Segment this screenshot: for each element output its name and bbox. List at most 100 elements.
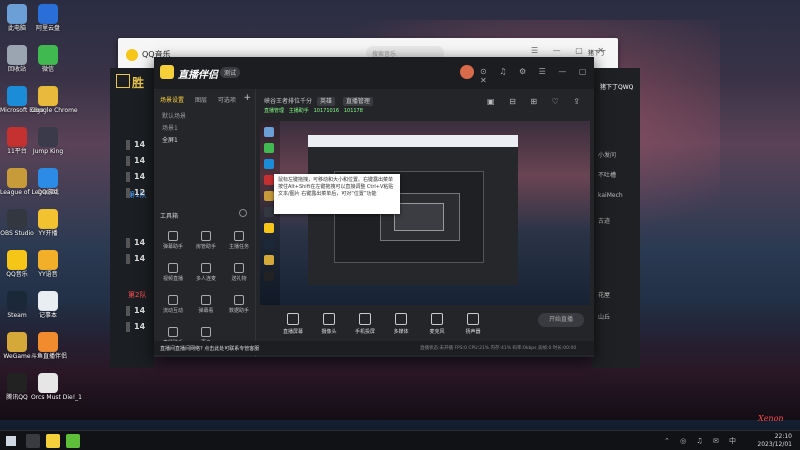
- desktop-icon[interactable]: Steam: [0, 291, 34, 319]
- game-window[interactable]: 胜 第1队 第2队 14 14 14 12 14 14 14 14: [110, 68, 154, 368]
- chat-list-item[interactable]: kaiMech: [598, 192, 623, 199]
- desktop-icon[interactable]: OBS Studio: [0, 209, 34, 237]
- desktop-icon[interactable]: 腾讯QQ: [0, 373, 34, 401]
- chat-list-item[interactable]: 古迹: [598, 216, 610, 225]
- desktop-icon[interactable]: League of Legends: [0, 168, 57, 196]
- desktop-icon[interactable]: 微信: [31, 45, 65, 73]
- tool-label: 送礼物: [231, 276, 247, 282]
- source-button[interactable]: 手机投屏: [350, 313, 380, 335]
- team2-label: 第2队: [128, 291, 147, 299]
- app-icon: [7, 4, 27, 24]
- app-icon: [38, 45, 58, 65]
- source-button[interactable]: 摄像头: [314, 313, 344, 335]
- desktop-icon[interactable]: QQ游戏: [31, 168, 65, 196]
- source-label: 扬声器: [465, 329, 481, 335]
- desktop-icon[interactable]: 回收站: [0, 45, 34, 73]
- desktop-icon[interactable]: 斗鱼直播伴侣: [31, 332, 67, 360]
- window-controls[interactable]: ⊙ ♫ ⚙ ☰ — ▢ ✕: [480, 67, 594, 85]
- player-bar: [126, 156, 130, 166]
- clock[interactable]: 22:10 2023/12/01: [757, 433, 792, 449]
- status-bar: 直播状态:未开播 FPS:0 CPU:21% 内存:41% 码率:0kbps 丢…: [414, 341, 594, 355]
- room-manage[interactable]: 直播管理: [342, 97, 373, 106]
- tool-button[interactable]: 弹幕看: [191, 295, 221, 314]
- tool-button[interactable]: 弹幕助手: [158, 231, 188, 250]
- taskbar-app-icon[interactable]: [66, 434, 80, 448]
- tool-label: 多人连麦: [195, 276, 216, 282]
- source-icon: [467, 313, 479, 325]
- title-bar: 直播伴侣 测试 ⊙ ♫ ⚙ ☰ — ▢ ✕: [154, 57, 594, 89]
- desktop-icon[interactable]: 记事本: [31, 291, 65, 319]
- game-logo-icon: [116, 74, 130, 88]
- app-logo-icon: [160, 65, 174, 79]
- clock-time: 22:10: [774, 433, 792, 440]
- tool-label: 房管助手: [195, 244, 216, 250]
- room-tag[interactable]: 英雄: [316, 97, 335, 106]
- chat-list-item[interactable]: 山丘: [598, 312, 610, 321]
- player-bar: [126, 140, 130, 150]
- source-button[interactable]: 扬声器: [458, 313, 488, 335]
- tools-settings-icon[interactable]: [239, 209, 247, 217]
- tool-button[interactable]: 数据助手: [224, 295, 254, 314]
- source-icon: [395, 313, 407, 325]
- desktop-icon[interactable]: YY语音: [31, 250, 65, 278]
- chat-list-item[interactable]: 花屋: [598, 290, 610, 299]
- desktop-icon[interactable]: WeGame: [0, 332, 34, 360]
- tool-label: 弹幕看: [198, 308, 214, 314]
- app-icon: [7, 45, 27, 65]
- preview-toolbar[interactable]: ▣ ⊟ ⊞ ♡ ⇪: [487, 97, 586, 106]
- taskview-icon[interactable]: [26, 434, 40, 448]
- tab-layers[interactable]: 图层: [195, 97, 207, 104]
- source-icon: [287, 313, 299, 325]
- preview-icon: [264, 271, 274, 281]
- stat-item: 10171016: [313, 108, 340, 114]
- desktop-icon[interactable]: 阿里云盘: [31, 4, 65, 32]
- avatar[interactable]: [460, 65, 474, 79]
- tool-button[interactable]: 视频直播: [158, 263, 188, 282]
- tool-button[interactable]: 流动互动: [158, 295, 188, 314]
- source-button[interactable]: 麦克风: [422, 313, 452, 335]
- tab-options[interactable]: 可选项: [218, 97, 236, 104]
- desktop-icon[interactable]: 11平台: [0, 127, 34, 155]
- player-bar: [126, 172, 130, 182]
- desktop-icon[interactable]: Jump King: [31, 127, 65, 155]
- app-icon: [7, 373, 27, 393]
- scene-item[interactable]: 全屏1: [162, 135, 178, 144]
- taskbar: ⌃ ◎ ♫ ✉ 中 22:10 2023/12/01: [0, 430, 800, 450]
- source-button[interactable]: 多媒体: [386, 313, 416, 335]
- tab-scenes[interactable]: 场景设置: [160, 97, 184, 104]
- room-title[interactable]: 峡谷王者排位千分: [264, 98, 312, 105]
- tool-button[interactable]: 送礼物: [224, 263, 254, 282]
- chat-list-item[interactable]: 不吐槽: [598, 170, 616, 179]
- qqmusic-logo-icon: [126, 49, 138, 61]
- tool-button[interactable]: 房管助手: [191, 231, 221, 250]
- desktop-icon[interactable]: 此电脑: [0, 4, 34, 32]
- desktop-icon[interactable]: YY开播: [31, 209, 65, 237]
- scene-item[interactable]: 场景1: [162, 123, 178, 132]
- go-live-button[interactable]: 开始直播: [538, 313, 584, 327]
- preview-window: [394, 203, 444, 231]
- app-icon: [7, 332, 27, 352]
- system-tray[interactable]: ⌃ ◎ ♫ ✉ 中: [664, 436, 740, 446]
- start-icon[interactable]: [6, 436, 16, 446]
- desktop-icon-label: Orcs Must Die!_1: [31, 394, 82, 401]
- qqmusic-window-controls[interactable]: ☰ — ▢ ✕: [531, 46, 610, 55]
- desktop-icon[interactable]: Microsoft Edge: [0, 86, 44, 114]
- scene-item[interactable]: 默认场景: [162, 111, 186, 120]
- desktop-icon-label: 腾讯QQ: [6, 394, 28, 401]
- add-scene-icon[interactable]: +: [243, 93, 251, 103]
- desktop-icon-label: 回收站: [7, 66, 26, 73]
- source-button[interactable]: 直播屏幕: [278, 313, 308, 335]
- tool-button[interactable]: 多人连麦: [191, 263, 221, 282]
- desktop-icon[interactable]: Google Chrome: [31, 86, 78, 114]
- player-bar: [126, 306, 130, 316]
- chat-list-item[interactable]: 小发问: [598, 150, 616, 159]
- tool-button[interactable]: 主播任务: [224, 231, 254, 250]
- desktop-icon-label: 记事本: [38, 312, 57, 319]
- qq-chat-window[interactable]: 猪下丁QWQ 小发问 不吐槽 kaiMech 古迹 花屋 山丘: [592, 68, 640, 368]
- player-bar: [126, 254, 130, 264]
- taskbar-app-icon[interactable]: [46, 434, 60, 448]
- app-icon: [38, 127, 58, 147]
- desktop-icon[interactable]: QQ音乐: [0, 250, 34, 278]
- desktop-icon[interactable]: Orcs Must Die!_1: [31, 373, 82, 401]
- source-label: 摄像头: [321, 329, 337, 335]
